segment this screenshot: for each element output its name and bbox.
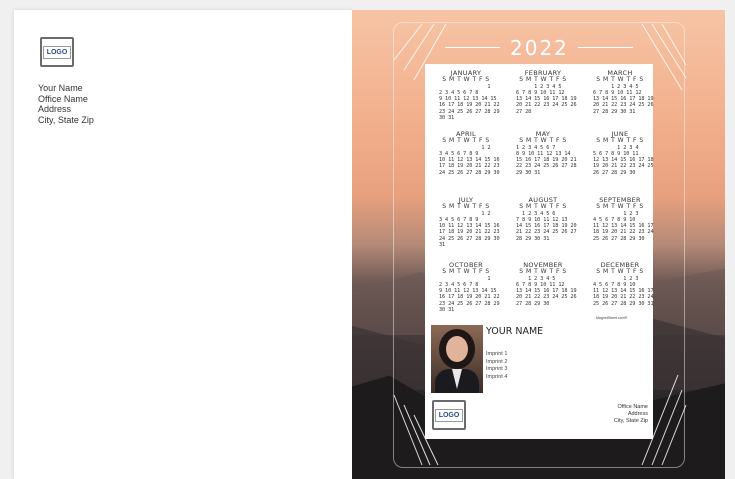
month-may: MAY S M T W T F S1 2 3 4 5 6 78 9 10 11 1…	[508, 131, 578, 176]
imprint-line: Imprint 3	[486, 366, 508, 372]
date-row: 30 31	[439, 306, 455, 313]
date-row: 21 22 23 24 25 26 27	[516, 229, 577, 236]
date-row: 20 21 22 23 24 25 26	[516, 102, 577, 109]
date-row: 27 28	[516, 108, 532, 115]
date-row: 29 30 31	[516, 169, 541, 176]
month-june: JUNE S M T W T F S 1 2 3 45 6 7 8 9 10 11…	[585, 131, 655, 176]
date-row: 30 31	[439, 114, 455, 121]
agent-name: YOUR NAME	[486, 326, 544, 337]
date-row: 27 28 29 30 31	[593, 108, 636, 115]
date-row: 20 21 22 23 24 25 26	[593, 102, 654, 109]
month-october: OCTOBER S M T W T F S 12 3 4 5 6 7 89 10 …	[431, 262, 501, 313]
date-row: 28 29 30 31	[516, 235, 550, 242]
date-row: 18 19 20 21 22 23 24	[593, 294, 654, 301]
card-address-block: Office Name Address City, State Zip	[590, 404, 648, 424]
month-march: MARCH S M T W T F S 1 2 3 4 56 7 8 9 10 1…	[585, 70, 655, 115]
date-row: 19 20 21 22 23 24 25	[593, 163, 654, 170]
date-row: 17 18 19 20 21 22 23	[439, 229, 500, 236]
left-logo-text: LOGO	[42, 45, 72, 59]
date-row: 16 17 18 19 20 21 22	[439, 294, 500, 301]
month-november: NOVEMBER S M T W T F S 1 2 3 4 56 7 8 9 1…	[508, 262, 578, 307]
month-september: SEPTEMBER S M T W T F S 1 2 34 5 6 7 8 9 …	[585, 197, 655, 242]
left-logo: LOGO	[40, 37, 74, 67]
address-line: Address	[38, 104, 72, 114]
date-row: 16 17 18 19 20 21 22	[439, 102, 500, 109]
date-row: 18 19 20 21 22 23 24	[593, 229, 654, 236]
address-line: Office Name	[617, 404, 648, 410]
imprint-line: Imprint 1	[486, 351, 508, 357]
calendar-year: 2022	[510, 36, 569, 60]
date-row: 31	[439, 241, 446, 248]
date-row: 26 27 28 29 30	[593, 169, 636, 176]
imprint-lines: Imprint 1 Imprint 2 Imprint 3 Imprint 4	[486, 351, 507, 381]
left-address-block: Your Name Office Name Address City, Stat…	[38, 83, 94, 125]
month-december: DECEMBER S M T W T F S 1 2 34 5 6 7 8 9 1…	[585, 262, 655, 307]
left-page	[14, 10, 352, 479]
date-row: 24 25 26 27 28 29 30	[439, 169, 500, 176]
address-line: City, State Zip	[38, 114, 94, 125]
address-line: Address	[627, 410, 648, 417]
year-rule-left	[445, 47, 500, 48]
month-april: APRIL S M T W T F S 1 23 4 5 6 7 8 9 10 11…	[431, 131, 501, 176]
imprint-line: Imprint 4	[486, 373, 508, 380]
card-logo-text: LOGO	[434, 408, 464, 422]
date-row: 25 26 27 28 29 30	[593, 235, 645, 242]
date-row: 22 23 24 25 26 27 28	[516, 163, 577, 170]
month-august: AUGUST S M T W T F S 1 2 3 4 5 67 8 9 10 …	[508, 197, 578, 242]
address-line: City, State Zip	[613, 417, 648, 424]
month-february: FEBRUARY S M T W T F S 1 2 3 4 56 7 8 9 1…	[508, 70, 578, 115]
address-line: Your Name	[38, 83, 83, 93]
imprint-line: Imprint 2	[486, 358, 508, 365]
date-row: 17 18 19 20 21 22 23	[439, 163, 500, 170]
agent-photo	[431, 325, 483, 393]
year-rule-right	[578, 47, 633, 48]
date-row: 27 28 29 30	[516, 300, 550, 307]
card-logo: LOGO	[432, 400, 466, 430]
month-july: JULY S M T W T F S 1 23 4 5 6 7 8 9 10 11 …	[431, 197, 501, 248]
address-line: Office Name	[38, 93, 88, 104]
month-january: JANUARY S M T W T F S 12 3 4 5 6 7 89 10 …	[431, 70, 501, 121]
site-credit: MagnetStreet.com®	[596, 316, 628, 320]
date-row: 25 26 27 28 29 30 31	[593, 300, 654, 307]
date-row: 20 21 22 23 24 25 26	[516, 294, 577, 301]
